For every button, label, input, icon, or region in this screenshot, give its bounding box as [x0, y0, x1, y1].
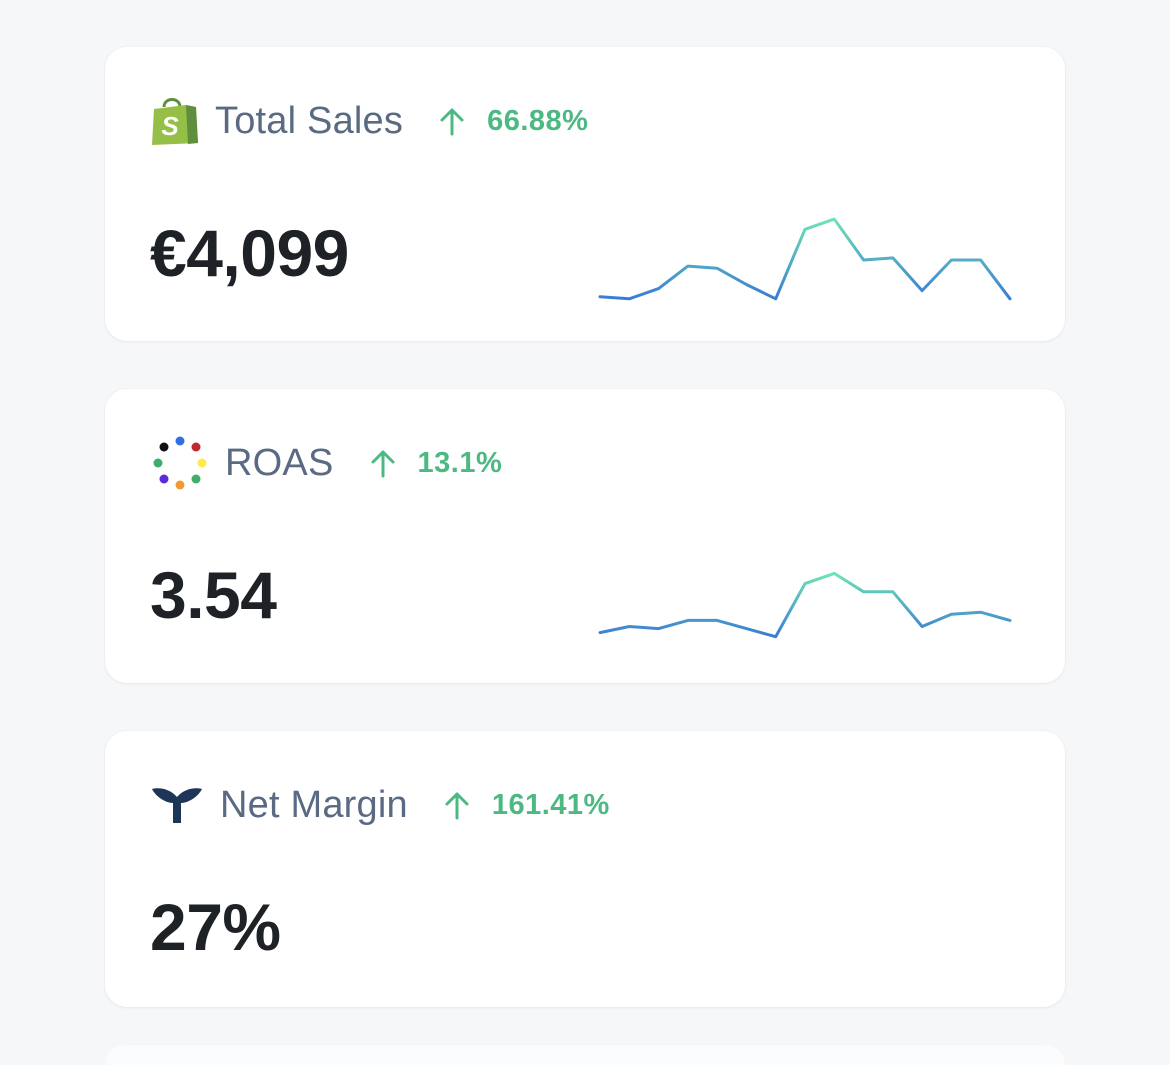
- arrow-up-icon: [439, 106, 465, 136]
- card-title: Net Margin: [220, 783, 408, 826]
- change-percent: 66.88%: [487, 104, 589, 137]
- svg-text:S: S: [161, 111, 179, 141]
- sparkline-chart: [598, 217, 1012, 301]
- shopify-bag-icon: S: [150, 95, 200, 147]
- sparkline-series: [598, 217, 1012, 301]
- total-sales-card[interactable]: S Total Sales 66.88% €4,099: [105, 47, 1065, 341]
- metric-value: 3.54: [150, 558, 277, 632]
- card-header: ROAS 13.1%: [150, 433, 502, 493]
- whale-tail-icon: [150, 783, 204, 827]
- trend-indicator: 161.41%: [444, 789, 610, 822]
- sparkline-series: [598, 571, 1012, 639]
- trend-indicator: 13.1%: [370, 447, 503, 480]
- card-header: Net Margin 161.41%: [150, 775, 610, 835]
- arrow-up-icon: [444, 790, 470, 820]
- sparkline-chart: [598, 571, 1012, 639]
- change-percent: 161.41%: [491, 788, 610, 821]
- card-title: ROAS: [225, 441, 334, 484]
- trend-indicator: 66.88%: [439, 105, 588, 138]
- net-margin-card[interactable]: Net Margin 161.41% 27%: [105, 731, 1065, 1007]
- change-percent: 13.1%: [417, 446, 503, 479]
- roas-card[interactable]: ROAS 13.1% 3.54: [105, 389, 1065, 683]
- multicolor-dots-icon: [150, 433, 210, 493]
- arrow-up-icon: [370, 448, 396, 478]
- card-title: Total Sales: [215, 99, 404, 142]
- card-header: S Total Sales 66.88%: [150, 91, 588, 151]
- metric-value: 27%: [150, 890, 281, 964]
- next-card-edge: [105, 1045, 1065, 1065]
- metric-value: €4,099: [150, 216, 349, 290]
